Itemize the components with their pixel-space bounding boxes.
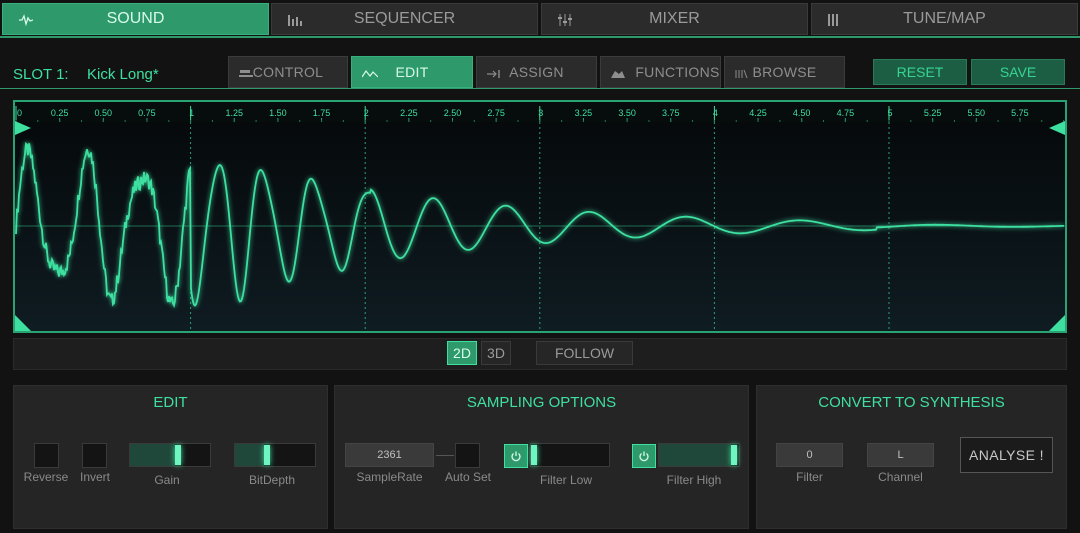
- tick-label: 5.50: [968, 108, 986, 118]
- tick-label: 5: [887, 108, 892, 118]
- view-3d-button[interactable]: 3D: [481, 341, 511, 365]
- subtab-functions[interactable]: FUNCTIONS: [600, 56, 721, 88]
- convert-to-synthesis-title: CONVERT TO SYNTHESIS: [818, 394, 1005, 411]
- tick-label: 3.75: [662, 108, 680, 118]
- reverse-label: Reverse: [23, 470, 69, 484]
- power-icon: [639, 451, 649, 462]
- bitdepth-slider-handle[interactable]: [263, 445, 270, 465]
- filter-low-slider-handle[interactable]: [531, 445, 537, 465]
- tick-label: 4.75: [837, 108, 855, 118]
- tick-label: 0.25: [51, 108, 69, 118]
- samplerate-link-line: [436, 455, 454, 456]
- subtab-functions-label: FUNCTIONS: [635, 64, 720, 80]
- follow-button[interactable]: FOLLOW: [536, 341, 633, 365]
- assign-arrow-icon: [487, 66, 501, 82]
- subtabs-divider: [0, 88, 1080, 89]
- filter-high-label: Filter High: [666, 473, 722, 487]
- gain-slider[interactable]: [129, 443, 211, 467]
- filter-low-slider[interactable]: [530, 443, 610, 467]
- tick-label: 1.75: [313, 108, 331, 118]
- autoset-label: Auto Set: [444, 470, 492, 484]
- waveform-canvas[interactable]: 0 1 2 3 4 5 0.25 0.50 0.75 1.25 1.50 1.75 2.25 2.50 2.…: [15, 102, 1065, 331]
- top-tabs-divider: [0, 36, 1080, 38]
- library-icon: [735, 66, 749, 82]
- gain-slider-handle[interactable]: [174, 445, 181, 465]
- filter-field[interactable]: 0: [776, 443, 843, 467]
- tick-label: 4.50: [793, 108, 811, 118]
- waveform-icon: [19, 13, 34, 31]
- sampling-options-title: SAMPLING OPTIONS: [466, 394, 617, 411]
- bars-icon: [288, 13, 302, 31]
- bitdepth-label: BitDepth: [248, 473, 296, 487]
- tick-label: 2.25: [400, 108, 418, 118]
- piano-keys-icon: [828, 13, 840, 31]
- tick-label: 2: [364, 108, 369, 118]
- subtab-browse-label: BROWSE: [752, 64, 817, 80]
- control-icon: [239, 66, 253, 82]
- mixer-sliders-icon: [558, 13, 572, 31]
- channel-label: Channel: [878, 470, 923, 484]
- filter-high-power-button[interactable]: [632, 444, 656, 468]
- tick-label: 0.50: [95, 108, 113, 118]
- analyse-button[interactable]: ANALYSE !: [960, 437, 1053, 473]
- filter-label: Filter: [796, 470, 823, 484]
- edit-panel-title: EDIT: [153, 394, 188, 411]
- tick-label: 0.75: [138, 108, 156, 118]
- filter-low-label: Filter Low: [539, 473, 592, 487]
- tab-tune-map-label: TUNE/MAP: [903, 10, 986, 27]
- invert-toggle[interactable]: [82, 443, 107, 468]
- tick-label: 5.75: [1011, 108, 1029, 118]
- bitdepth-slider[interactable]: [234, 443, 316, 467]
- filter-high-slider-handle[interactable]: [731, 445, 737, 465]
- slot-name[interactable]: Kick Long*: [87, 66, 159, 83]
- save-button[interactable]: SAVE: [971, 59, 1065, 85]
- reset-button[interactable]: RESET: [873, 59, 967, 85]
- subtab-edit-label: EDIT: [395, 64, 429, 80]
- bitdepth-slider-fill: [235, 444, 264, 466]
- edit-wave-icon: [361, 66, 379, 82]
- tick-label: 2.50: [444, 108, 462, 118]
- tick-label: 1.25: [225, 108, 243, 118]
- tick-label: 5.25: [924, 108, 942, 118]
- tab-sound-label: SOUND: [106, 10, 165, 27]
- tick-label: 0: [17, 108, 22, 118]
- tab-sequencer[interactable]: SEQUENCER: [271, 3, 538, 35]
- gain-label: Gain: [154, 473, 180, 487]
- tab-mixer-label: MIXER: [649, 10, 700, 27]
- slot-label: SLOT 1:: [13, 66, 69, 83]
- subtab-browse[interactable]: BROWSE: [724, 56, 845, 88]
- filter-low-power-button[interactable]: [504, 444, 528, 468]
- tick-label: 3.25: [575, 108, 593, 118]
- subtab-assign[interactable]: ASSIGN: [476, 56, 597, 88]
- tab-mixer[interactable]: MIXER: [541, 3, 808, 35]
- gain-slider-fill: [130, 444, 175, 466]
- tick-label: 3: [538, 108, 543, 118]
- filter-high-slider[interactable]: [658, 443, 740, 467]
- tick-label: 1.50: [269, 108, 287, 118]
- subtab-assign-label: ASSIGN: [509, 64, 564, 80]
- tab-sound[interactable]: SOUND: [2, 3, 269, 35]
- invert-label: Invert: [79, 470, 110, 484]
- samplerate-field[interactable]: 2361: [345, 443, 434, 467]
- tab-sequencer-label: SEQUENCER: [353, 10, 456, 27]
- filter-high-slider-fill: [659, 444, 731, 466]
- subtab-edit[interactable]: EDIT: [351, 56, 473, 88]
- tick-label: 4: [713, 108, 718, 118]
- view-2d-button[interactable]: 2D: [447, 341, 477, 365]
- subtab-control-label: CONTROL: [252, 64, 324, 80]
- samplerate-label: SampleRate: [356, 470, 423, 484]
- autoset-toggle[interactable]: [455, 443, 480, 468]
- power-icon: [511, 451, 521, 462]
- subtab-control[interactable]: CONTROL: [228, 56, 348, 88]
- channel-field[interactable]: L: [867, 443, 934, 467]
- waveform-display[interactable]: 0 1 2 3 4 5 0.25 0.50 0.75 1.25 1.50 1.75 2.25 2.50 2.…: [13, 100, 1067, 333]
- tick-label: 4.25: [749, 108, 767, 118]
- tab-tune-map[interactable]: TUNE/MAP: [811, 3, 1078, 35]
- tick-label: 1: [189, 108, 194, 118]
- reverse-toggle[interactable]: [34, 443, 59, 468]
- tick-label: 2.75: [487, 108, 505, 118]
- functions-icon: [611, 66, 625, 82]
- tick-label: 3.50: [618, 108, 636, 118]
